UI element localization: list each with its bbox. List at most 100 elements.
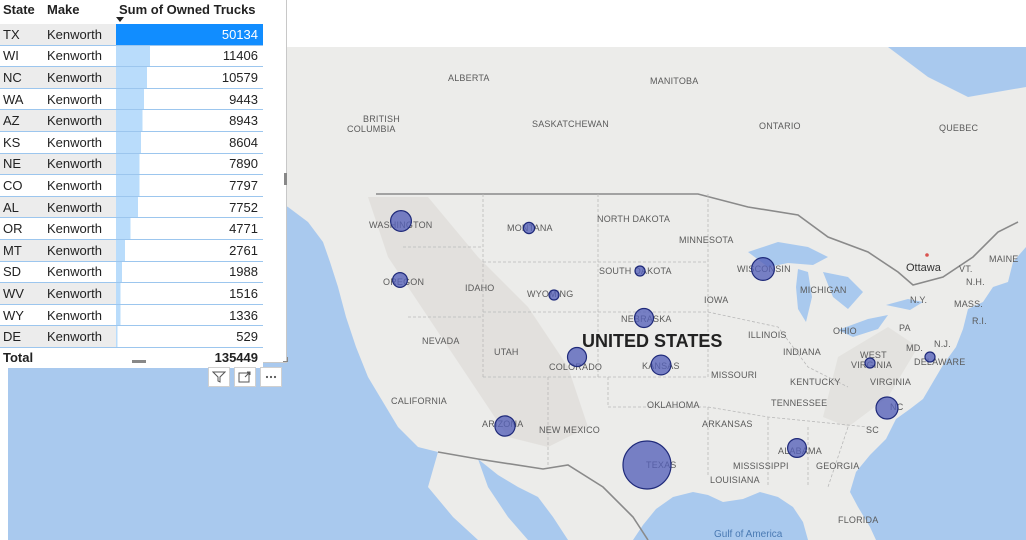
label-ontario: ONTARIO	[759, 121, 801, 131]
table-row[interactable]: CO Kenworth 7797	[0, 174, 263, 197]
bubble-co[interactable]	[566, 346, 588, 368]
cell-make: Kenworth	[44, 196, 116, 219]
bubble-nc[interactable]	[875, 396, 899, 420]
label-manitoba: MANITOBA	[650, 76, 698, 86]
total-spacer	[44, 347, 116, 368]
table-body: TX Kenworth 50134 WI Kenworth 11406 NC Kenworth…	[0, 24, 263, 368]
cell-owned-trucks: 10579	[116, 66, 263, 89]
bubble-ks[interactable]	[650, 354, 672, 376]
cell-owned-trucks: 7752	[116, 196, 263, 219]
label-ny: N.Y.	[910, 295, 927, 305]
label-nevada: NEVADA	[422, 336, 460, 346]
cell-make: Kenworth	[44, 217, 116, 240]
label-tennessee: TENNESSEE	[771, 398, 827, 408]
table-row[interactable]: SD Kenworth 1988	[0, 261, 263, 284]
header-value[interactable]: Sum of Owned Trucks	[116, 0, 263, 24]
header-state[interactable]: State	[0, 0, 44, 24]
cell-state: WA	[0, 88, 44, 111]
label-nj: N.J.	[934, 339, 951, 349]
cell-owned-trucks: 2761	[116, 239, 263, 262]
label-west-virginia-1: WEST	[860, 350, 887, 360]
cell-owned-trucks: 50134	[116, 24, 263, 46]
label-british-columbia-2: COLUMBIA	[347, 124, 396, 134]
cell-make: Kenworth	[44, 153, 116, 176]
label-mass: MASS.	[954, 299, 983, 309]
bubble-tx[interactable]	[622, 440, 672, 490]
label-idaho: IDAHO	[465, 283, 495, 293]
table-row[interactable]: NC Kenworth 10579	[0, 66, 263, 89]
bubble-wi[interactable]	[750, 257, 775, 282]
total-label: Total	[0, 347, 44, 368]
cell-make: Kenworth	[44, 239, 116, 262]
table-row[interactable]: MT Kenworth 2761	[0, 239, 263, 262]
bubble-al[interactable]	[786, 438, 807, 459]
table-row[interactable]: WV Kenworth 1516	[0, 282, 263, 305]
bubble-ne[interactable]	[633, 307, 655, 329]
cell-owned-trucks: 8943	[116, 109, 263, 132]
cell-make: Kenworth	[44, 261, 116, 284]
label-illinois: ILLINOIS	[748, 330, 787, 340]
label-vt: VT.	[959, 264, 973, 274]
table-row[interactable]: NE Kenworth 7890	[0, 153, 263, 176]
table-row[interactable]: WA Kenworth 9443	[0, 88, 263, 111]
sort-descending-icon[interactable]	[116, 17, 124, 22]
label-nh: N.H.	[966, 277, 985, 287]
header-make[interactable]: Make	[44, 0, 116, 24]
label-alberta: ALBERTA	[448, 73, 490, 83]
cell-state: AL	[0, 196, 44, 219]
table-row[interactable]: KS Kenworth 8604	[0, 131, 263, 154]
label-new-mexico: NEW MEXICO	[539, 425, 600, 435]
label-california: CALIFORNIA	[391, 396, 447, 406]
cell-owned-trucks: 4771	[116, 217, 263, 240]
label-delaware: DELAWARE	[914, 357, 965, 367]
table-total-row: Total 135449	[0, 347, 263, 368]
cell-make: Kenworth	[44, 131, 116, 154]
label-florida: FLORIDA	[838, 515, 878, 525]
label-md: MD.	[906, 343, 923, 353]
bubble-wa[interactable]	[390, 210, 413, 233]
cell-state: NE	[0, 153, 44, 176]
label-utah: UTAH	[494, 347, 519, 357]
table-row[interactable]: DE Kenworth 529	[0, 325, 263, 348]
more-options-icon[interactable]	[260, 367, 282, 387]
cell-state: DE	[0, 325, 44, 348]
bubble-sd[interactable]	[634, 265, 646, 277]
visual-header-icons	[208, 367, 282, 387]
cell-state: KS	[0, 131, 44, 154]
bubble-wv[interactable]	[864, 357, 876, 369]
label-iowa: IOWA	[704, 295, 728, 305]
cell-state: SD	[0, 261, 44, 284]
table-row[interactable]: WI Kenworth 11406	[0, 45, 263, 68]
table-row[interactable]: OR Kenworth 4771	[0, 217, 263, 240]
capital-marker-icon	[925, 253, 929, 257]
cell-state: WV	[0, 282, 44, 305]
resize-handle-corner[interactable]	[283, 357, 288, 362]
cell-state: NC	[0, 66, 44, 89]
filter-icon[interactable]	[208, 367, 230, 387]
label-virginia: VIRGINIA	[870, 377, 911, 387]
bubble-or[interactable]	[392, 272, 409, 289]
label-mississippi: MISSISSIPPI	[733, 461, 789, 471]
cell-owned-trucks: 7890	[116, 153, 263, 176]
table-header-row: State Make Sum of Owned Trucks	[0, 0, 263, 24]
label-minnesota: MINNESOTA	[679, 235, 734, 245]
bubble-wy[interactable]	[548, 289, 560, 301]
label-missouri: MISSOURI	[711, 370, 757, 380]
cell-make: Kenworth	[44, 282, 116, 305]
focus-mode-icon[interactable]	[234, 367, 256, 387]
table-row[interactable]: AZ Kenworth 8943	[0, 109, 263, 132]
table-row[interactable]: AL Kenworth 7752	[0, 196, 263, 219]
label-maine: MAINE	[989, 254, 1019, 264]
bubble-mt[interactable]	[522, 221, 536, 235]
label-louisiana: LOUISIANA	[710, 475, 760, 485]
bubble-az[interactable]	[494, 415, 516, 437]
label-arkansas: ARKANSAS	[702, 419, 753, 429]
bubble-de[interactable]	[924, 351, 936, 363]
table-row[interactable]: WY Kenworth 1336	[0, 304, 263, 327]
table-visual[interactable]: State Make Sum of Owned Trucks TX Kenwort…	[0, 0, 288, 368]
resize-handle-right[interactable]	[284, 173, 287, 185]
cell-state: TX	[0, 24, 44, 46]
table-row[interactable]: TX Kenworth 50134	[0, 24, 263, 46]
resize-handle-bottom[interactable]	[132, 360, 146, 363]
cell-state: MT	[0, 239, 44, 262]
